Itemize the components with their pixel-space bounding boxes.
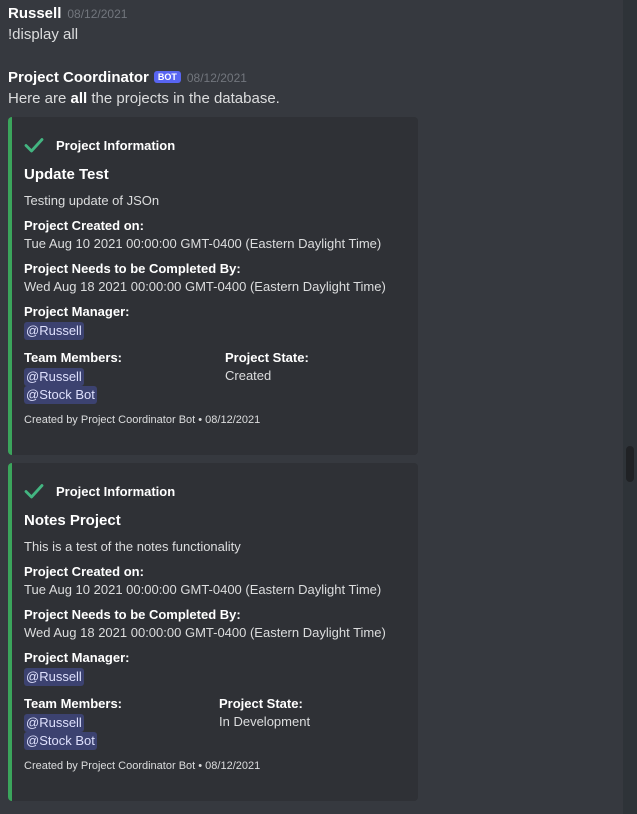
bot-badge: BOT xyxy=(153,71,181,83)
embed-footer: Created by Project Coordinator Bot • 08/… xyxy=(24,760,261,772)
message-text: !display all xyxy=(8,26,79,43)
field-value: In Development xyxy=(219,714,311,729)
field-manager: Project Manager: @Russell xyxy=(24,304,402,340)
check-icon xyxy=(24,138,44,153)
field-state: Project State: In Development xyxy=(219,696,310,750)
embed-title: Update Test xyxy=(24,166,109,183)
scrollbar-thumb[interactable] xyxy=(626,446,634,482)
field-created: Project Created on: Tue Aug 10 2021 00:0… xyxy=(24,218,402,251)
user-mention[interactable]: @Stock Bot xyxy=(24,732,97,750)
user-mention[interactable]: @Stock Bot xyxy=(24,386,97,404)
message-russell: Russell 08/12/2021 !display all xyxy=(8,5,127,43)
message-author[interactable]: Project Coordinator xyxy=(8,69,149,86)
field-created: Project Created on: Tue Aug 10 2021 00:0… xyxy=(24,564,402,597)
text-part: the projects in the database. xyxy=(87,90,280,107)
field-manager: Project Manager: @Russell xyxy=(24,650,402,686)
field-value: Wed Aug 18 2021 00:00:00 GMT-0400 (Easte… xyxy=(24,625,386,640)
field-team: Team Members: @Russell @Stock Bot xyxy=(24,350,225,404)
check-icon xyxy=(24,484,44,499)
message-author[interactable]: Russell xyxy=(8,5,61,22)
user-mention[interactable]: @Russell xyxy=(24,714,84,732)
field-state: Project State: Created xyxy=(225,350,309,404)
embed-author: Project Information xyxy=(24,482,402,500)
field-due: Project Needs to be Completed By: Wed Au… xyxy=(24,261,402,294)
field-row: Team Members: @Russell @Stock Bot Projec… xyxy=(24,696,402,750)
field-row: Team Members: @Russell @Stock Bot Projec… xyxy=(24,350,402,404)
field-value: Wed Aug 18 2021 00:00:00 GMT-0400 (Easte… xyxy=(24,279,386,294)
field-name: Project Needs to be Completed By: xyxy=(24,261,241,276)
user-mention[interactable]: @Russell xyxy=(24,368,84,386)
field-name: Project Needs to be Completed By: xyxy=(24,607,241,622)
project-embed: Project Information Update Test Testing … xyxy=(8,117,418,455)
embed-description: This is a test of the notes functionalit… xyxy=(24,539,241,554)
scrollbar-track[interactable] xyxy=(623,0,637,814)
field-name: Project Manager: xyxy=(24,304,130,319)
field-name: Team Members: xyxy=(24,350,123,365)
field-value: Tue Aug 10 2021 00:00:00 GMT-0400 (Easte… xyxy=(24,582,382,597)
embed-author-name: Project Information xyxy=(56,483,176,499)
message-timestamp: 08/12/2021 xyxy=(67,7,128,21)
text-part: Here are xyxy=(8,90,71,107)
field-value: Tue Aug 10 2021 00:00:00 GMT-0400 (Easte… xyxy=(24,236,382,251)
embed-author: Project Information xyxy=(24,136,402,154)
field-team: Team Members: @Russell @Stock Bot xyxy=(24,696,219,750)
embed-author-name: Project Information xyxy=(56,137,176,153)
message-text: Here are all the projects in the databas… xyxy=(8,90,280,107)
field-name: Team Members: xyxy=(24,696,123,711)
embed-description: Testing update of JSOn xyxy=(24,193,160,208)
user-mention[interactable]: @Russell xyxy=(24,322,84,340)
field-name: Project State: xyxy=(219,696,303,711)
user-mention[interactable]: @Russell xyxy=(24,668,84,686)
embed-title: Notes Project xyxy=(24,512,121,529)
field-name: Project State: xyxy=(225,350,309,365)
message-bot: Project Coordinator BOT 08/12/2021 Here ar… xyxy=(8,69,280,107)
embed-footer: Created by Project Coordinator Bot • 08/… xyxy=(24,414,261,426)
field-name: Project Created on: xyxy=(24,218,144,233)
message-timestamp: 08/12/2021 xyxy=(186,71,247,85)
project-embed: Project Information Notes Project This i… xyxy=(8,463,418,801)
field-name: Project Created on: xyxy=(24,564,144,579)
text-bold: all xyxy=(70,90,88,107)
field-value: Created xyxy=(225,368,272,383)
field-name: Project Manager: xyxy=(24,650,130,665)
field-due: Project Needs to be Completed By: Wed Au… xyxy=(24,607,402,640)
